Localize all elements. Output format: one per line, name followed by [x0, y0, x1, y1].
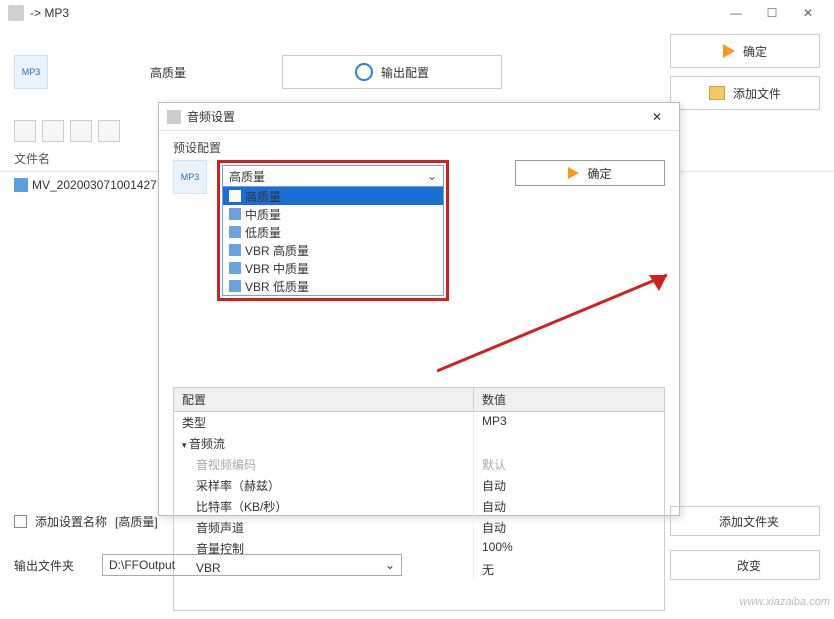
- preset-combobox[interactable]: 高质量 ⌄: [222, 165, 444, 187]
- output-folder-value: D:\FFOutput: [109, 558, 175, 572]
- add-folder-button[interactable]: 添加文件夹: [670, 506, 820, 536]
- file-icon: [14, 178, 28, 192]
- preset-highlight-box: 高质量 ⌄ 高质量 中质量 低质量 VBR 高质量 VBR 中质量 VBR 低质…: [217, 160, 449, 301]
- audio-icon: [229, 244, 241, 256]
- dialog-ok-button[interactable]: 确定: [515, 160, 665, 186]
- dialog-close-button[interactable]: ✕: [643, 110, 671, 124]
- arrow-right-icon: [723, 44, 735, 58]
- settings-name-value: [高质量]: [115, 513, 158, 530]
- add-folder-label: 添加文件夹: [719, 513, 779, 530]
- output-config-label: 输出配置: [381, 64, 429, 81]
- preset-option[interactable]: VBR 中质量: [223, 259, 443, 277]
- tool-button-1[interactable]: [14, 120, 36, 142]
- ok-button[interactable]: 确定: [670, 34, 820, 68]
- mp3-format-icon: MP3: [14, 55, 48, 89]
- add-settings-label: 添加设置名称: [35, 513, 107, 530]
- dialog-icon: [167, 110, 181, 124]
- add-file-label: 添加文件: [733, 85, 781, 102]
- window-title: -> MP3: [30, 6, 69, 20]
- arrow-right-icon: [568, 167, 579, 179]
- preset-option[interactable]: VBR 高质量: [223, 241, 443, 259]
- file-name: MV_202003071001427: [32, 178, 157, 192]
- add-file-button[interactable]: 添加文件: [670, 76, 820, 110]
- preset-option[interactable]: VBR 低质量: [223, 277, 443, 295]
- audio-icon: [229, 280, 241, 292]
- bottom-panel: 添加设置名称 [高质量] 添加文件夹 输出文件夹 D:\FFOutput ⌄ 改…: [0, 496, 834, 610]
- config-col-key: 配置: [174, 388, 474, 411]
- dialog-title: 音频设置: [187, 108, 235, 125]
- audio-icon: [229, 190, 241, 202]
- quality-label: 高质量: [150, 64, 210, 81]
- change-label: 改变: [737, 557, 761, 574]
- folder-icon: [709, 86, 725, 100]
- close-button[interactable]: ✕: [790, 2, 826, 24]
- output-config-button[interactable]: 输出配置: [282, 55, 502, 89]
- ok-label: 确定: [743, 43, 767, 60]
- watermark: www.xiazaiba.com: [740, 596, 830, 608]
- minimize-button[interactable]: —: [718, 2, 754, 24]
- preset-option[interactable]: 中质量: [223, 205, 443, 223]
- dialog-titlebar: 音频设置 ✕: [159, 103, 679, 131]
- maximize-button[interactable]: ☐: [754, 2, 790, 24]
- app-icon: [8, 5, 24, 21]
- titlebar: -> MP3 — ☐ ✕: [0, 0, 834, 26]
- chevron-down-icon: ⌄: [385, 558, 395, 572]
- play-button[interactable]: [70, 120, 92, 142]
- dialog-ok-label: 确定: [587, 165, 611, 182]
- preset-dropdown-list: 高质量 中质量 低质量 VBR 高质量 VBR 中质量 VBR 低质量: [222, 187, 444, 296]
- output-folder-select[interactable]: D:\FFOutput ⌄: [102, 554, 402, 576]
- audio-icon: [229, 262, 241, 274]
- gear-icon: [355, 63, 373, 81]
- audio-settings-dialog: 音频设置 ✕ 预设配置 MP3 高质量 ⌄ 高质量 中质量 低质量 VBR 高质…: [158, 102, 680, 516]
- tool-button-4[interactable]: [98, 120, 120, 142]
- change-button[interactable]: 改变: [670, 550, 820, 580]
- config-table-header: 配置 数值: [174, 388, 664, 412]
- chevron-down-icon: ⌄: [427, 169, 437, 183]
- tool-button-2[interactable]: [42, 120, 64, 142]
- audio-icon: [229, 208, 241, 220]
- add-settings-checkbox[interactable]: [14, 515, 27, 528]
- preset-format-icon: MP3: [173, 160, 207, 194]
- audio-icon: [229, 226, 241, 238]
- preset-section-label: 预设配置: [173, 139, 665, 156]
- preset-option[interactable]: 高质量: [223, 187, 443, 205]
- preset-option[interactable]: 低质量: [223, 223, 443, 241]
- preset-combo-value: 高质量: [229, 168, 265, 185]
- config-col-value: 数值: [474, 388, 664, 411]
- output-folder-label: 输出文件夹: [14, 557, 74, 574]
